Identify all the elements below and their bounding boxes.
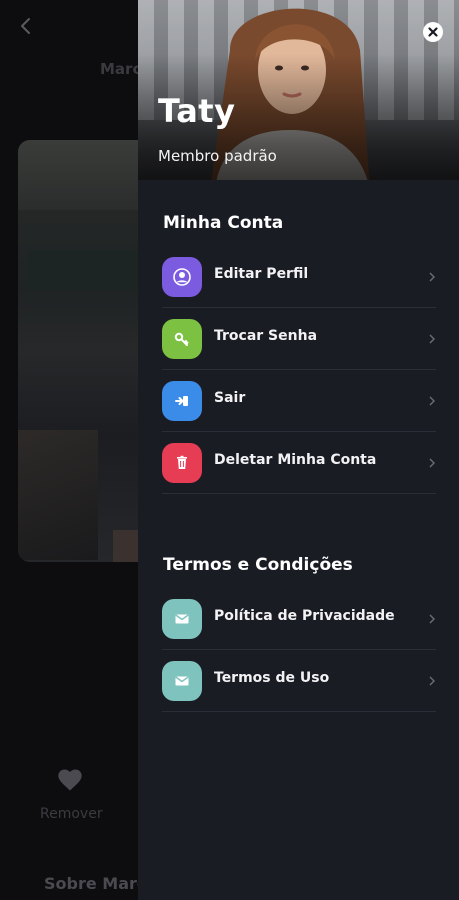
mail-icon xyxy=(162,599,202,639)
profile-role: Membro padrão xyxy=(158,147,277,165)
menu-item-label: Deletar Minha Conta xyxy=(214,452,377,468)
chevron-right-icon xyxy=(428,455,436,469)
menu-item-label: Termos de Uso xyxy=(214,670,330,686)
mail-icon xyxy=(162,661,202,701)
background-title: Marc xyxy=(100,60,142,78)
profile-header: Taty Membro padrão xyxy=(138,0,459,180)
heart-icon[interactable] xyxy=(56,766,84,794)
close-icon[interactable] xyxy=(423,22,443,42)
about-title: Sobre Marc xyxy=(44,874,147,893)
menu-item-label: Editar Perfil xyxy=(214,266,309,282)
menu-item-label: Política de Privacidade xyxy=(214,608,395,624)
section-title-terms: Termos e Condições xyxy=(163,555,353,575)
logout-icon xyxy=(162,381,202,421)
chevron-right-icon xyxy=(428,331,436,345)
menu-item-terms-of-use[interactable]: Termos de Uso xyxy=(162,650,436,712)
section-title-account: Minha Conta xyxy=(163,213,284,233)
chevron-right-icon xyxy=(428,611,436,625)
menu-item-logout[interactable]: Sair xyxy=(162,370,436,432)
remove-label[interactable]: Remover xyxy=(40,806,103,822)
menu-item-label: Trocar Senha xyxy=(214,328,318,344)
menu-item-delete-account[interactable]: Deletar Minha Conta xyxy=(162,432,436,494)
back-arrow-icon[interactable] xyxy=(16,14,36,38)
profile-name: Taty xyxy=(158,92,236,130)
menu-item-change-password[interactable]: Trocar Senha xyxy=(162,308,436,370)
menu-item-edit-profile[interactable]: Editar Perfil xyxy=(162,246,436,308)
side-drawer: Taty Membro padrão Minha Conta Editar Pe… xyxy=(138,0,459,900)
menu-item-privacy-policy[interactable]: Política de Privacidade xyxy=(162,588,436,650)
chevron-right-icon xyxy=(428,269,436,283)
user-icon xyxy=(162,257,202,297)
trash-icon xyxy=(162,443,202,483)
key-icon xyxy=(162,319,202,359)
chevron-right-icon xyxy=(428,673,436,687)
menu-item-label: Sair xyxy=(214,390,246,406)
chevron-right-icon xyxy=(428,393,436,407)
